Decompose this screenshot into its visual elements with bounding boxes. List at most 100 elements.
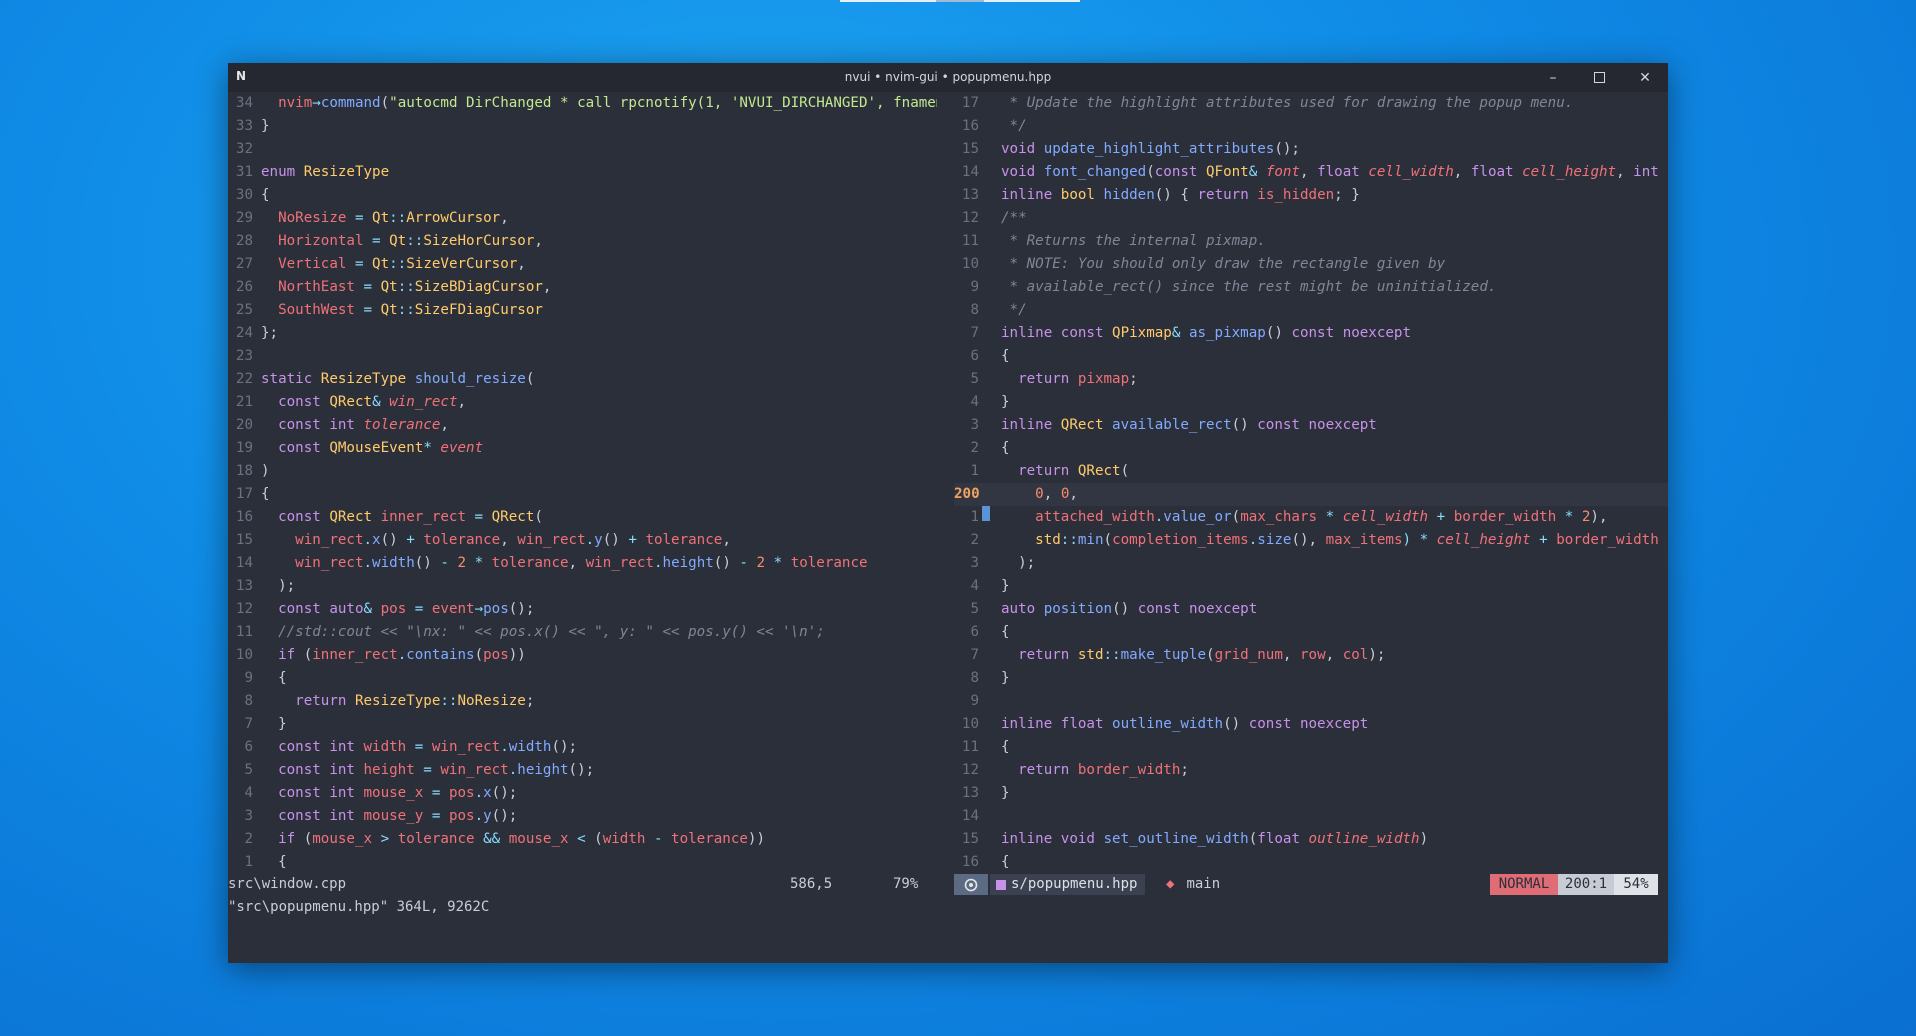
code-token: * (423, 440, 441, 456)
code-token: ; (525, 693, 535, 709)
line-number: 30 (235, 187, 253, 203)
code-token: , (542, 279, 552, 295)
code-line[interactable]: 16 { (954, 851, 1668, 873)
code-token: SizeVerCursor (406, 256, 518, 272)
code-line[interactable]: 21 const QRect& win_rect, (228, 391, 937, 414)
code-line[interactable]: 18) (228, 460, 937, 483)
code-line[interactable]: 6 const int width = win_rect.width(); (228, 736, 937, 759)
code-line[interactable]: 7 return std::make_tuple(grid_num, row, … (954, 644, 1668, 667)
code-line[interactable]: 16 */ (954, 115, 1668, 138)
code-line[interactable]: 12 return border_width; (954, 759, 1668, 782)
code-line[interactable]: 200 0, 0, (954, 483, 1668, 506)
code-token: QRect (1077, 463, 1121, 479)
code-line[interactable]: 7 inline const QPixmap& as_pixmap() const… (954, 322, 1668, 345)
code-line[interactable]: 4 const int mouse_x = pos.x(); (228, 782, 937, 805)
code-line[interactable]: 14 (954, 805, 1668, 828)
code-line[interactable]: 4} (954, 391, 1668, 414)
right-editor-pane[interactable]: 17 * Update the highlight attributes use… (954, 92, 1668, 873)
code-token: grid_num (1214, 647, 1283, 663)
code-line[interactable]: 13 ); (228, 575, 937, 598)
code-line[interactable]: 5 const int height = win_rect.height(); (228, 759, 937, 782)
line-number: 34 (235, 95, 253, 111)
code-line[interactable]: 7 } (228, 713, 937, 736)
code-line[interactable]: 10 inline float outline_width() const noe… (954, 713, 1668, 736)
title-bar[interactable]: N nvui • nvim-gui • popupmenu.hpp – ✕ (228, 63, 1668, 92)
code-line[interactable]: 8} (954, 667, 1668, 690)
command-line[interactable]: "src\popupmenu.hpp" 364L, 9262C (228, 896, 1668, 919)
code-line[interactable]: 6{ (954, 345, 1668, 368)
code-line[interactable]: 10 * NOTE: You should only draw the rect… (954, 253, 1668, 276)
code-line[interactable]: 9 { (228, 667, 937, 690)
code-token: , (1325, 647, 1343, 663)
code-token: - (440, 555, 458, 571)
code-token: int (329, 739, 364, 755)
code-line[interactable]: 22 static ResizeType should_resize( (228, 368, 937, 391)
code-line[interactable]: 31 enum ResizeType (228, 161, 937, 184)
code-line[interactable]: 5 auto position() const noexcept (954, 598, 1668, 621)
code-line[interactable]: 29 NoResize = Qt::ArrowCursor, (228, 207, 937, 230)
code-line[interactable]: 3 const int mouse_y = pos.y(); (228, 805, 937, 828)
code-line[interactable]: 4} (954, 575, 1668, 598)
code-line[interactable]: 1 return QRect( (954, 460, 1668, 483)
code-line[interactable]: 9 * available_rect() since the rest migh… (954, 276, 1668, 299)
code-line[interactable]: 10 if (inner_rect.contains(pos)) (228, 644, 937, 667)
close-button[interactable]: ✕ (1622, 63, 1668, 92)
code-line[interactable]: 17 { (228, 483, 937, 506)
code-line[interactable]: 2 if (mouse_x > tolerance && mouse_x < (… (228, 828, 937, 851)
code-token: + (628, 532, 646, 548)
code-line[interactable]: 12 const auto& pos = event→pos(); (228, 598, 937, 621)
code-token: position (1043, 601, 1113, 617)
pane-separator[interactable] (937, 92, 954, 873)
code-line[interactable]: 15 win_rect.x() + tolerance, win_rect.y(… (228, 529, 937, 552)
left-status-filename: src\window.cpp (228, 876, 347, 892)
minimize-button[interactable]: – (1530, 63, 1576, 92)
code-line[interactable]: 20 const int tolerance, (228, 414, 937, 437)
code-token: const (261, 739, 330, 755)
code-line[interactable]: 23 (228, 345, 937, 368)
code-line[interactable]: 15 void update_highlight_attributes(); (954, 138, 1668, 161)
code-line[interactable]: 26 NorthEast = Qt::SizeBDiagCursor, (228, 276, 937, 299)
left-editor-pane[interactable]: 34 nvim→command("autocmd DirChanged * ca… (228, 92, 937, 873)
code-line[interactable]: 27 Vertical = Qt::SizeVerCursor, (228, 253, 937, 276)
code-line[interactable]: 14 win_rect.width() - 2 * tolerance, win… (228, 552, 937, 575)
code-token: () (713, 555, 740, 571)
code-line[interactable]: 8 return ResizeType::NoResize; (228, 690, 937, 713)
maximize-button[interactable] (1576, 63, 1622, 92)
code-line[interactable]: 32 (228, 138, 937, 161)
code-line[interactable]: 11 * Returns the internal pixmap. (954, 230, 1668, 253)
code-line[interactable]: 34 nvim→command("autocmd DirChanged * ca… (228, 92, 937, 115)
code-token: x (372, 532, 381, 548)
code-line[interactable]: 11 //std::cout << "\nx: " << pos.x() << … (228, 621, 937, 644)
code-line[interactable]: 30 { (228, 184, 937, 207)
code-line[interactable]: 13} (954, 782, 1668, 805)
code-line[interactable]: 15 inline void set_outline_width(float ou… (954, 828, 1668, 851)
code-line[interactable]: 1 { (228, 851, 937, 873)
code-line[interactable]: 1 attached_width.value_or(max_chars * ce… (954, 506, 1668, 529)
code-line[interactable]: 11 { (954, 736, 1668, 759)
code-line[interactable]: 24}; (228, 322, 937, 345)
code-token: static (261, 371, 321, 387)
code-line[interactable]: 2{ (954, 437, 1668, 460)
code-line[interactable]: 33} (228, 115, 937, 138)
code-line[interactable]: 3 ); (954, 552, 1668, 575)
code-line[interactable]: 17 * Update the highlight attributes use… (954, 92, 1668, 115)
code-line[interactable]: 16 const QRect inner_rect = QRect( (228, 506, 937, 529)
code-line[interactable]: 28 Horizontal = Qt::SizeHorCursor, (228, 230, 937, 253)
code-line[interactable]: 9 (954, 690, 1668, 713)
line-number: 31 (235, 164, 253, 180)
code-token: . (363, 555, 373, 571)
code-line[interactable]: 12 /** (954, 207, 1668, 230)
code-token: ( (1103, 532, 1113, 548)
code-line[interactable]: 2 std::min(completion_items.size(), max_… (954, 529, 1668, 552)
code-token: SizeHorCursor (423, 233, 535, 249)
code-line[interactable]: 6{ (954, 621, 1668, 644)
code-line[interactable]: 19 const QMouseEvent* event (228, 437, 937, 460)
code-line[interactable]: 8 */ (954, 299, 1668, 322)
code-line[interactable]: 13 inline bool hidden() { return is_hidde… (954, 184, 1668, 207)
code-line[interactable]: 14 void font_changed(const QFont& font, f… (954, 161, 1668, 184)
code-token: const (261, 762, 330, 778)
code-line[interactable]: 5 return pixmap; (954, 368, 1668, 391)
code-line[interactable]: 3 inline QRect available_rect() const noe… (954, 414, 1668, 437)
code-line[interactable]: 25 SouthWest = Qt::SizeFDiagCursor (228, 299, 937, 322)
scroll-percent: 54% (1614, 874, 1658, 895)
